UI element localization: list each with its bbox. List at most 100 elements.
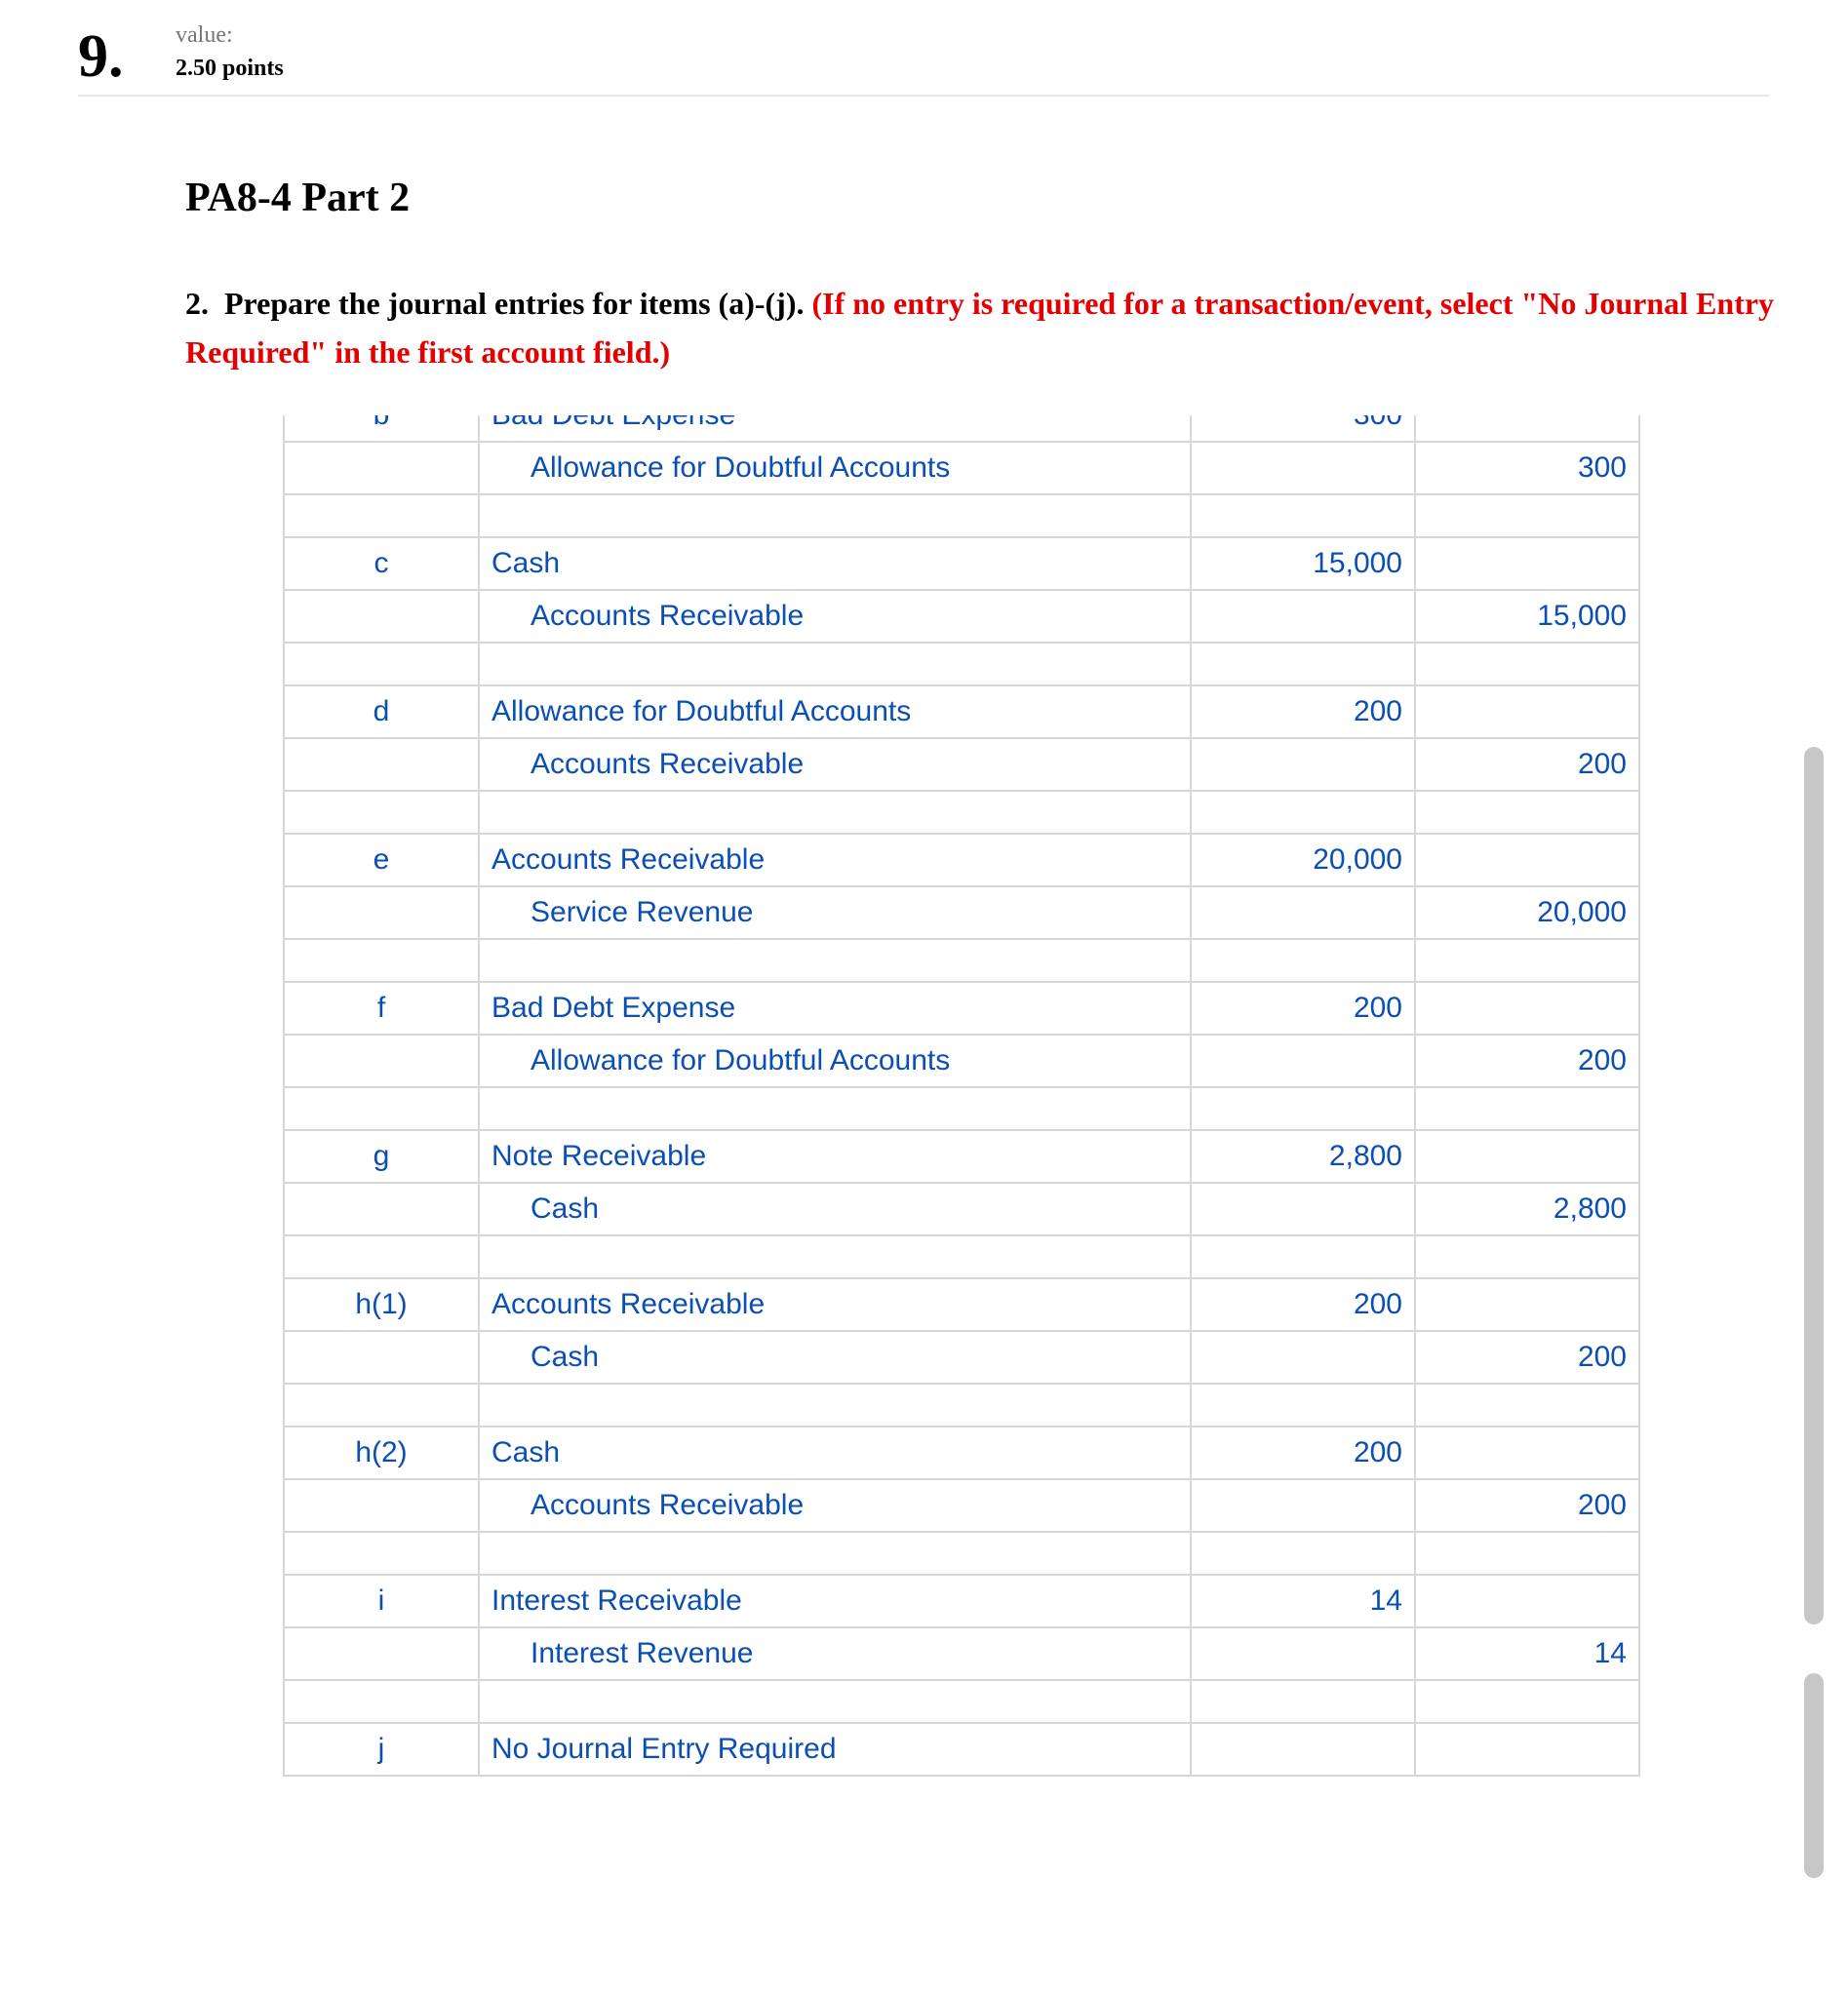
debit-cell[interactable]	[1191, 886, 1415, 939]
account-title-cell[interactable]: Interest Receivable	[479, 1575, 1191, 1627]
debit-cell[interactable]: 14	[1191, 1575, 1415, 1627]
credit-cell[interactable]: 200	[1415, 1331, 1639, 1384]
account-title-cell[interactable]: Cash	[479, 1427, 1191, 1479]
table-cell-empty	[1415, 939, 1639, 982]
credit-cell[interactable]	[1415, 1723, 1639, 1776]
credit-cell[interactable]	[1415, 537, 1639, 590]
credit-cell[interactable]: 300	[1415, 442, 1639, 494]
entry-code-cell[interactable]	[284, 886, 479, 939]
debit-cell[interactable]: 200	[1191, 1278, 1415, 1331]
entry-code-cell[interactable]	[284, 442, 479, 494]
account-title-text: Accounts Receivable	[491, 843, 765, 876]
credit-cell[interactable]	[1415, 1427, 1639, 1479]
debit-cell[interactable]: 300	[1191, 415, 1415, 442]
account-title-cell[interactable]: Accounts Receivable	[479, 834, 1191, 886]
entry-code-cell[interactable]	[284, 590, 479, 643]
entry-code-cell[interactable]: e	[284, 834, 479, 886]
scrollbar-track[interactable]	[1796, 415, 1824, 1897]
entry-code-cell[interactable]: g	[284, 1130, 479, 1183]
table-cell-empty	[1191, 494, 1415, 537]
table-cell-empty	[1191, 939, 1415, 982]
account-title-cell[interactable]: Bad Debt Expense	[479, 982, 1191, 1035]
question-meta: value: 2.50 points	[176, 20, 284, 85]
table-cell-empty	[1415, 1532, 1639, 1575]
entry-code-cell[interactable]: d	[284, 685, 479, 738]
table-spacer-row	[284, 939, 1639, 982]
table-cell-empty	[479, 1235, 1191, 1278]
credit-cell[interactable]: 200	[1415, 1479, 1639, 1532]
table-row: Allowance for Doubtful Accounts 200	[284, 1035, 1639, 1087]
credit-cell[interactable]: 20,000	[1415, 886, 1639, 939]
account-title-cell[interactable]: No Journal Entry Required	[479, 1723, 1191, 1776]
account-title-cell[interactable]: Accounts Receivable	[479, 590, 1191, 643]
credit-cell[interactable]	[1415, 1575, 1639, 1627]
scrollbar-thumb[interactable]	[1804, 747, 1824, 1624]
entry-code-cell[interactable]	[284, 1331, 479, 1384]
entry-code-cell[interactable]	[284, 1627, 479, 1680]
debit-cell[interactable]	[1191, 1723, 1415, 1776]
table-spacer-row	[284, 494, 1639, 537]
credit-cell[interactable]: 2,800	[1415, 1183, 1639, 1235]
debit-cell[interactable]: 200	[1191, 1427, 1415, 1479]
entry-code-cell[interactable]	[284, 1479, 479, 1532]
debit-cell[interactable]	[1191, 442, 1415, 494]
entry-code-cell[interactable]: j	[284, 1723, 479, 1776]
table-cell-empty	[479, 939, 1191, 982]
account-title-cell[interactable]: Accounts Receivable	[479, 1479, 1191, 1532]
table-cell-empty	[284, 643, 479, 685]
page: 9. value: 2.50 points PA8-4 Part 2 2. Pr…	[0, 0, 1848, 1897]
account-title-cell[interactable]: Cash	[479, 1183, 1191, 1235]
account-title-cell[interactable]: Allowance for Doubtful Accounts	[479, 442, 1191, 494]
debit-cell[interactable]: 20,000	[1191, 834, 1415, 886]
table-row: Allowance for Doubtful Accounts 300	[284, 442, 1639, 494]
account-title-cell[interactable]: Cash	[479, 1331, 1191, 1384]
scrollbar-thumb[interactable]	[1804, 1673, 1824, 1878]
debit-cell[interactable]	[1191, 1183, 1415, 1235]
entry-code-cell[interactable]	[284, 738, 479, 791]
credit-cell[interactable]	[1415, 834, 1639, 886]
credit-cell[interactable]	[1415, 1130, 1639, 1183]
debit-cell[interactable]	[1191, 1627, 1415, 1680]
credit-cell[interactable]	[1415, 685, 1639, 738]
debit-cell[interactable]	[1191, 590, 1415, 643]
table-row: h(2)Cash200	[284, 1427, 1639, 1479]
account-title-cell[interactable]: Accounts Receivable	[479, 738, 1191, 791]
entry-code-cell[interactable]: c	[284, 537, 479, 590]
entry-code-cell[interactable]: h(1)	[284, 1278, 479, 1331]
credit-cell[interactable]	[1415, 982, 1639, 1035]
credit-cell[interactable]: 14	[1415, 1627, 1639, 1680]
debit-cell[interactable]	[1191, 1035, 1415, 1087]
account-title-cell[interactable]: Cash	[479, 537, 1191, 590]
debit-cell[interactable]	[1191, 1331, 1415, 1384]
table-spacer-row	[284, 1087, 1639, 1130]
credit-cell[interactable]: 15,000	[1415, 590, 1639, 643]
entry-code-cell[interactable]: i	[284, 1575, 479, 1627]
entry-code-cell[interactable]	[284, 1035, 479, 1087]
table-spacer-row	[284, 1384, 1639, 1427]
table-row: Accounts Receivable 200	[284, 738, 1639, 791]
debit-cell[interactable]: 200	[1191, 982, 1415, 1035]
page-title: PA8-4 Part 2	[185, 175, 1848, 221]
credit-cell[interactable]: 200	[1415, 738, 1639, 791]
entry-code-cell[interactable]: f	[284, 982, 479, 1035]
debit-cell[interactable]	[1191, 738, 1415, 791]
prompt-black: Prepare the journal entries for items (a…	[224, 286, 811, 321]
entry-code-cell[interactable]	[284, 1183, 479, 1235]
entry-code-cell[interactable]: h(2)	[284, 1427, 479, 1479]
account-title-cell[interactable]: Bad Debt Expense	[479, 415, 1191, 442]
account-title-cell[interactable]: Accounts Receivable	[479, 1278, 1191, 1331]
account-title-cell[interactable]: Service Revenue	[479, 886, 1191, 939]
account-title-cell[interactable]: Note Receivable	[479, 1130, 1191, 1183]
debit-cell[interactable]: 2,800	[1191, 1130, 1415, 1183]
account-title-cell[interactable]: Allowance for Doubtful Accounts	[479, 685, 1191, 738]
entry-code-cell[interactable]: b	[284, 415, 479, 442]
account-title-cell[interactable]: Interest Revenue	[479, 1627, 1191, 1680]
account-title-text: Accounts Receivable	[491, 1288, 765, 1320]
credit-cell[interactable]: 200	[1415, 1035, 1639, 1087]
debit-cell[interactable]	[1191, 1479, 1415, 1532]
account-title-cell[interactable]: Allowance for Doubtful Accounts	[479, 1035, 1191, 1087]
debit-cell[interactable]: 200	[1191, 685, 1415, 738]
debit-cell[interactable]: 15,000	[1191, 537, 1415, 590]
credit-cell[interactable]	[1415, 415, 1639, 442]
credit-cell[interactable]	[1415, 1278, 1639, 1331]
